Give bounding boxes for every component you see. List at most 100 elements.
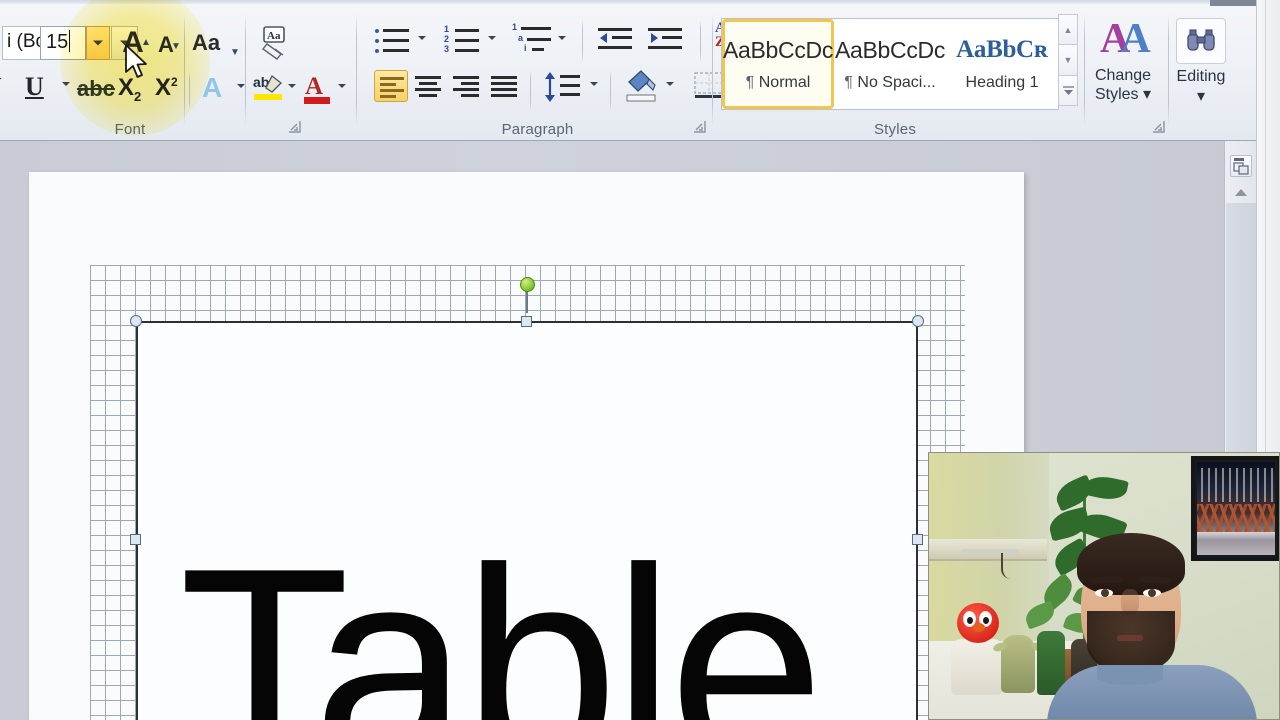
ribbon-group-editing[interactable]: Editing ▾ bbox=[1168, 4, 1234, 140]
svg-text:A: A bbox=[305, 73, 323, 100]
person-beard bbox=[1087, 611, 1175, 673]
shading-dropdown-button[interactable] bbox=[666, 86, 674, 104]
resize-handle-middle-left[interactable] bbox=[130, 534, 141, 545]
pilcrow-icon: ¶ bbox=[844, 74, 853, 91]
font-size-dropdown-button[interactable] bbox=[86, 26, 110, 60]
person-eye bbox=[1143, 589, 1161, 597]
bullets-icon[interactable] bbox=[374, 24, 414, 58]
style-sample: AaBbCʀ bbox=[956, 36, 1048, 64]
shelf-wire bbox=[1001, 553, 1023, 579]
shading-icon[interactable] bbox=[622, 68, 662, 106]
bridge-photo bbox=[1197, 462, 1275, 555]
bridge-deck bbox=[1197, 532, 1275, 540]
binoculars-icon[interactable] bbox=[1176, 18, 1226, 64]
divider bbox=[610, 70, 611, 110]
line-spacing-icon[interactable] bbox=[542, 70, 586, 104]
italic-button[interactable]: I bbox=[0, 72, 1, 103]
svg-text:Aa: Aa bbox=[267, 30, 281, 42]
document-page[interactable]: Table bbox=[29, 172, 1024, 720]
underline-button[interactable]: U bbox=[25, 72, 44, 102]
font-group-label: Font bbox=[30, 121, 230, 138]
editing-label: Editing ▾ bbox=[1168, 68, 1234, 106]
person-shirt-collar bbox=[1097, 665, 1163, 685]
chevron-down-icon bbox=[418, 36, 426, 57]
mouse-cursor bbox=[124, 44, 150, 82]
paragraph-group-label: Paragraph bbox=[360, 121, 715, 138]
rotation-handle[interactable] bbox=[520, 277, 535, 292]
align-left-button[interactable] bbox=[374, 70, 408, 102]
document-text[interactable]: Table bbox=[179, 527, 818, 720]
chevron-down-icon: ▼ bbox=[230, 38, 240, 68]
divider bbox=[582, 20, 583, 62]
paragraph-dialog-launcher[interactable] bbox=[693, 120, 707, 134]
clear-formatting-icon[interactable]: Aa bbox=[255, 24, 295, 62]
style-sample: AaBbCcDc bbox=[723, 37, 833, 64]
resize-handle-top-left[interactable] bbox=[130, 315, 142, 327]
multilevel-dropdown-button[interactable] bbox=[558, 40, 566, 58]
text-effects-dropdown-button[interactable] bbox=[237, 88, 245, 106]
style-item-normal[interactable]: AaBbCcDc ¶ Normal bbox=[722, 19, 834, 109]
styles-group-label: Styles bbox=[715, 121, 1075, 138]
style-gallery-scroll: ▲ ▼ bbox=[1058, 14, 1078, 106]
align-right-button[interactable] bbox=[450, 70, 484, 102]
divider bbox=[530, 70, 531, 110]
font-color-dropdown-button[interactable] bbox=[338, 88, 346, 106]
person-hair bbox=[1077, 533, 1185, 595]
person-mouth bbox=[1117, 635, 1143, 641]
divider bbox=[189, 72, 190, 110]
elmo-nose bbox=[973, 623, 985, 632]
ribbon-group-change-styles[interactable]: AA Change Styles ▾ bbox=[1078, 4, 1168, 140]
shrink-font-button[interactable]: A ▼ bbox=[151, 30, 181, 60]
styles-dialog-launcher[interactable] bbox=[1152, 120, 1166, 134]
pilcrow-icon: ¶ bbox=[746, 74, 755, 91]
increase-indent-icon[interactable] bbox=[648, 24, 688, 56]
justify-button[interactable] bbox=[488, 70, 522, 102]
text-caret bbox=[69, 30, 70, 52]
text-highlight-color-button[interactable]: ab bbox=[252, 72, 286, 111]
font-dialog-launcher[interactable] bbox=[288, 120, 302, 134]
window-chrome-top-right bbox=[1210, 0, 1256, 6]
superscript-button[interactable]: X2 bbox=[155, 74, 178, 102]
resize-handle-top-center[interactable] bbox=[521, 316, 532, 327]
style-scroll-up-button[interactable]: ▲ bbox=[1058, 14, 1078, 44]
resize-handle-top-right[interactable] bbox=[912, 315, 924, 327]
rotation-stem bbox=[526, 291, 528, 313]
style-item-heading-1[interactable]: AaBbCʀ Heading 1 bbox=[946, 19, 1058, 109]
person-eye bbox=[1095, 589, 1113, 597]
city-lights bbox=[1201, 468, 1275, 502]
style-name: Heading 1 bbox=[966, 74, 1039, 92]
ribbon-group-paragraph: 1 2 3 1 a i bbox=[360, 4, 715, 140]
bullets-dropdown-button[interactable] bbox=[418, 40, 426, 58]
line-spacing-dropdown-button[interactable] bbox=[590, 86, 598, 104]
chevron-down-icon: ▾ bbox=[1197, 88, 1205, 105]
strikethrough-button[interactable]: abc bbox=[77, 76, 115, 102]
divider bbox=[712, 14, 713, 126]
chevron-down-icon bbox=[93, 41, 103, 46]
highlight-dropdown-button[interactable] bbox=[288, 88, 296, 106]
numbering-icon[interactable]: 1 2 3 bbox=[444, 24, 484, 58]
chevron-down-icon: ▾ bbox=[1143, 86, 1151, 103]
style-name: ¶ Normal bbox=[746, 74, 811, 92]
style-more-button[interactable] bbox=[1058, 75, 1078, 106]
scroll-up-button[interactable] bbox=[1230, 182, 1252, 202]
presenter-webcam-overlay bbox=[928, 452, 1280, 720]
resize-handle-middle-right[interactable] bbox=[912, 534, 923, 545]
style-scroll-down-button[interactable]: ▼ bbox=[1058, 44, 1078, 74]
align-center-button[interactable] bbox=[412, 70, 446, 102]
font-color-button[interactable]: A bbox=[302, 72, 334, 111]
underline-dropdown-button[interactable] bbox=[62, 86, 70, 104]
font-size-input[interactable]: 15 bbox=[40, 26, 86, 60]
decrease-indent-icon[interactable] bbox=[598, 24, 638, 56]
chevron-down-icon bbox=[590, 82, 598, 103]
ribbon: i (Body) 15 A ▲ A ▼ Aa ▼ bbox=[0, 0, 1280, 141]
ruler-toggle-icon[interactable] bbox=[1230, 155, 1252, 177]
text-effects-button[interactable]: A bbox=[202, 72, 222, 104]
chevron-down-icon bbox=[488, 36, 496, 57]
numbering-dropdown-button[interactable] bbox=[488, 40, 496, 58]
change-styles-icon: AA bbox=[1100, 18, 1151, 60]
change-case-button[interactable]: Aa ▼ bbox=[192, 28, 238, 58]
chevron-down-icon bbox=[62, 82, 70, 103]
style-item-no-spacing[interactable]: AaBbCcDc ¶ No Spaci... bbox=[834, 19, 946, 109]
multilevel-list-icon[interactable]: 1 a i bbox=[512, 22, 556, 58]
chevron-down-icon bbox=[558, 36, 566, 57]
